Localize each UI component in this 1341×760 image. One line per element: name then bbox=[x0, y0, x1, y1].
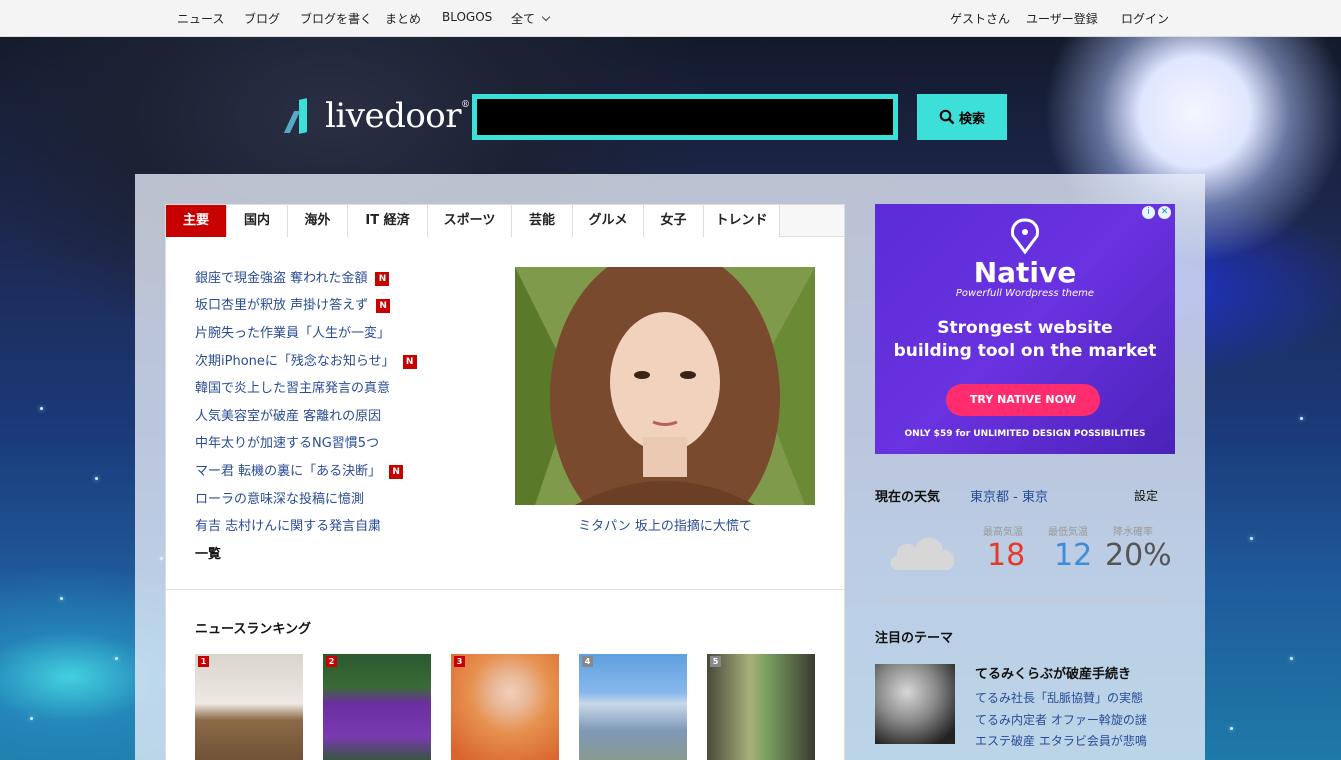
theme-headline[interactable]: てるみくらぶが破産手続き bbox=[975, 663, 1131, 682]
search-button-label: 検索 bbox=[958, 110, 985, 126]
list-item[interactable]: 銀座で現金強盗 奪われた金額 N bbox=[195, 265, 495, 293]
ad-brand: Native bbox=[973, 256, 1077, 289]
list-item[interactable]: 次期iPhoneに「残念なお知らせ」 N bbox=[195, 348, 495, 376]
divider bbox=[875, 598, 1175, 599]
rain-chance-label: 降水確率 bbox=[1113, 527, 1153, 538]
logo-mark-icon bbox=[283, 97, 319, 135]
search-button[interactable]: 検索 bbox=[917, 94, 1007, 140]
cloud-icon bbox=[890, 537, 955, 570]
rain-chance-value: 20% bbox=[1105, 538, 1172, 573]
nav-all-dropdown[interactable]: 全て bbox=[511, 10, 551, 27]
nav-register[interactable]: ユーザー登録 bbox=[1026, 10, 1098, 27]
search-input[interactable] bbox=[472, 94, 898, 140]
tab-trend[interactable]: トレンド bbox=[704, 205, 780, 237]
rank-number: 5 bbox=[710, 656, 721, 667]
nav-guest[interactable]: ゲストさん bbox=[950, 10, 1010, 27]
list-item[interactable]: てるみ内定者 オファー斡旋の謎 bbox=[975, 711, 1147, 733]
list-item[interactable]: てるみ社長「乱脈協賛」の実態 bbox=[975, 689, 1147, 711]
high-temp-value: 18 bbox=[987, 538, 1026, 573]
feature-photo[interactable] bbox=[515, 267, 815, 505]
new-badge: N bbox=[375, 271, 390, 286]
rank-number: 1 bbox=[198, 656, 209, 667]
list-item[interactable]: 中年太りが加速するNG習慣5つ bbox=[195, 431, 495, 459]
ad-tagline: Powerfull Wordpress theme bbox=[955, 288, 1095, 299]
theme-title: 注目のテーマ bbox=[875, 631, 954, 646]
list-item[interactable]: 坂口杏里が釈放 声掛け答えず N bbox=[195, 293, 495, 321]
ranking-thumbnails: 1 2 3 4 5 bbox=[195, 654, 815, 760]
feature-caption[interactable]: ミタパン 坂上の指摘に大慌て bbox=[515, 515, 815, 534]
category-tabs: 主要 国内 海外 IT 経済 スポーツ 芸能 グルメ 女子 トレンド bbox=[166, 205, 844, 237]
tab-overseas[interactable]: 海外 bbox=[288, 205, 348, 237]
nav-login[interactable]: ログイン bbox=[1121, 10, 1169, 27]
ranking-item[interactable]: 2 bbox=[323, 654, 431, 760]
weather-title: 現在の天気 bbox=[875, 490, 941, 505]
ranking-item[interactable]: 1 bbox=[195, 654, 303, 760]
nav-matome[interactable]: まとめ bbox=[385, 10, 421, 27]
tab-main[interactable]: 主要 bbox=[166, 205, 227, 237]
tab-gourmet[interactable]: グルメ bbox=[573, 205, 644, 237]
chevron-down-icon bbox=[541, 12, 551, 22]
list-item[interactable]: 韓国で炎上した習主席発言の真意 bbox=[195, 375, 495, 403]
tab-sports[interactable]: スポーツ bbox=[428, 205, 512, 237]
ad-cta-button[interactable]: TRY NATIVE NOW bbox=[946, 384, 1100, 416]
location-pin-icon bbox=[1011, 218, 1039, 255]
logo-text: livedoor® bbox=[325, 96, 470, 136]
theme-link-list: てるみ社長「乱脈協賛」の実態 てるみ内定者 オファー斡旋の謎 エステ破産 エタラ… bbox=[975, 689, 1147, 754]
low-temp-label: 最低気温 bbox=[1048, 527, 1088, 538]
info-icon[interactable]: i bbox=[1142, 206, 1155, 219]
tab-entertainment[interactable]: 芸能 bbox=[512, 205, 573, 237]
list-item[interactable]: 人気美容室が破産 客離れの原因 bbox=[195, 403, 495, 431]
nav-all-label: 全て bbox=[511, 12, 536, 26]
low-temp-value: 12 bbox=[1054, 538, 1093, 573]
list-item[interactable]: マー君 転機の裏に「ある決断」 N bbox=[195, 458, 495, 486]
ranking-item[interactable]: 5 bbox=[707, 654, 815, 760]
ad-headline-2: building tool on the market bbox=[893, 341, 1157, 361]
close-icon[interactable]: ✕ bbox=[1158, 206, 1171, 219]
new-badge: N bbox=[376, 299, 391, 314]
high-temp-label: 最高気温 bbox=[983, 527, 1023, 538]
nav-write-blog[interactable]: ブログを書く bbox=[300, 10, 372, 27]
list-item[interactable]: ローラの意味深な投稿に憶測 bbox=[195, 486, 495, 514]
nav-news[interactable]: ニュース bbox=[177, 10, 224, 27]
new-badge: N bbox=[389, 464, 404, 479]
tab-domestic[interactable]: 国内 bbox=[227, 205, 288, 237]
rank-number: 4 bbox=[582, 656, 593, 667]
list-item[interactable]: 有吉 志村けんに関する発言自粛 bbox=[195, 513, 495, 541]
weather-location[interactable]: 東京都 - 東京 bbox=[970, 486, 1048, 505]
ranking-item[interactable]: 4 bbox=[579, 654, 687, 760]
top-nav: ニュース ブログ ブログを書く まとめ BLOGOS 全て ゲストさん ユーザー… bbox=[0, 0, 1341, 37]
ad-headline-1: Strongest website bbox=[937, 318, 1113, 338]
ad-info[interactable]: i ✕ bbox=[1142, 206, 1171, 219]
rank-number: 2 bbox=[326, 656, 337, 667]
nav-blogos[interactable]: BLOGOS bbox=[442, 10, 492, 24]
news-panel: 主要 国内 海外 IT 経済 スポーツ 芸能 グルメ 女子 トレンド 銀座で現金… bbox=[165, 204, 845, 760]
ad-banner[interactable]: i ✕ Native Powerfull Wordpress theme Stro… bbox=[875, 204, 1175, 454]
headline-list: 銀座で現金強盗 奪われた金額 N 坂口杏里が釈放 声掛け答えず N 片腕失った作業員… bbox=[195, 265, 495, 541]
rank-number: 3 bbox=[454, 656, 465, 667]
livedoor-logo[interactable]: livedoor® bbox=[283, 96, 470, 136]
weather-settings[interactable]: 設定 bbox=[1134, 487, 1158, 504]
nav-blog[interactable]: ブログ bbox=[244, 10, 280, 27]
list-item[interactable]: 片腕失った作業員「人生が一変」 bbox=[195, 320, 495, 348]
new-badge: N bbox=[402, 354, 417, 369]
divider bbox=[166, 589, 844, 590]
ranking-item[interactable]: 3 bbox=[451, 654, 559, 760]
theme-photo[interactable] bbox=[875, 664, 955, 744]
more-link[interactable]: 一覧 bbox=[195, 543, 221, 562]
ad-footer: ONLY $59 for UNLIMITED DESIGN POSSIBILIT… bbox=[904, 429, 1146, 439]
tab-women[interactable]: 女子 bbox=[644, 205, 704, 237]
list-item[interactable]: エステ破産 エタラビ会員が悲鳴 bbox=[975, 732, 1147, 754]
tab-it-economy[interactable]: IT 経済 bbox=[348, 205, 428, 237]
search-icon bbox=[939, 109, 955, 125]
ranking-title: ニュースランキング bbox=[195, 622, 311, 637]
